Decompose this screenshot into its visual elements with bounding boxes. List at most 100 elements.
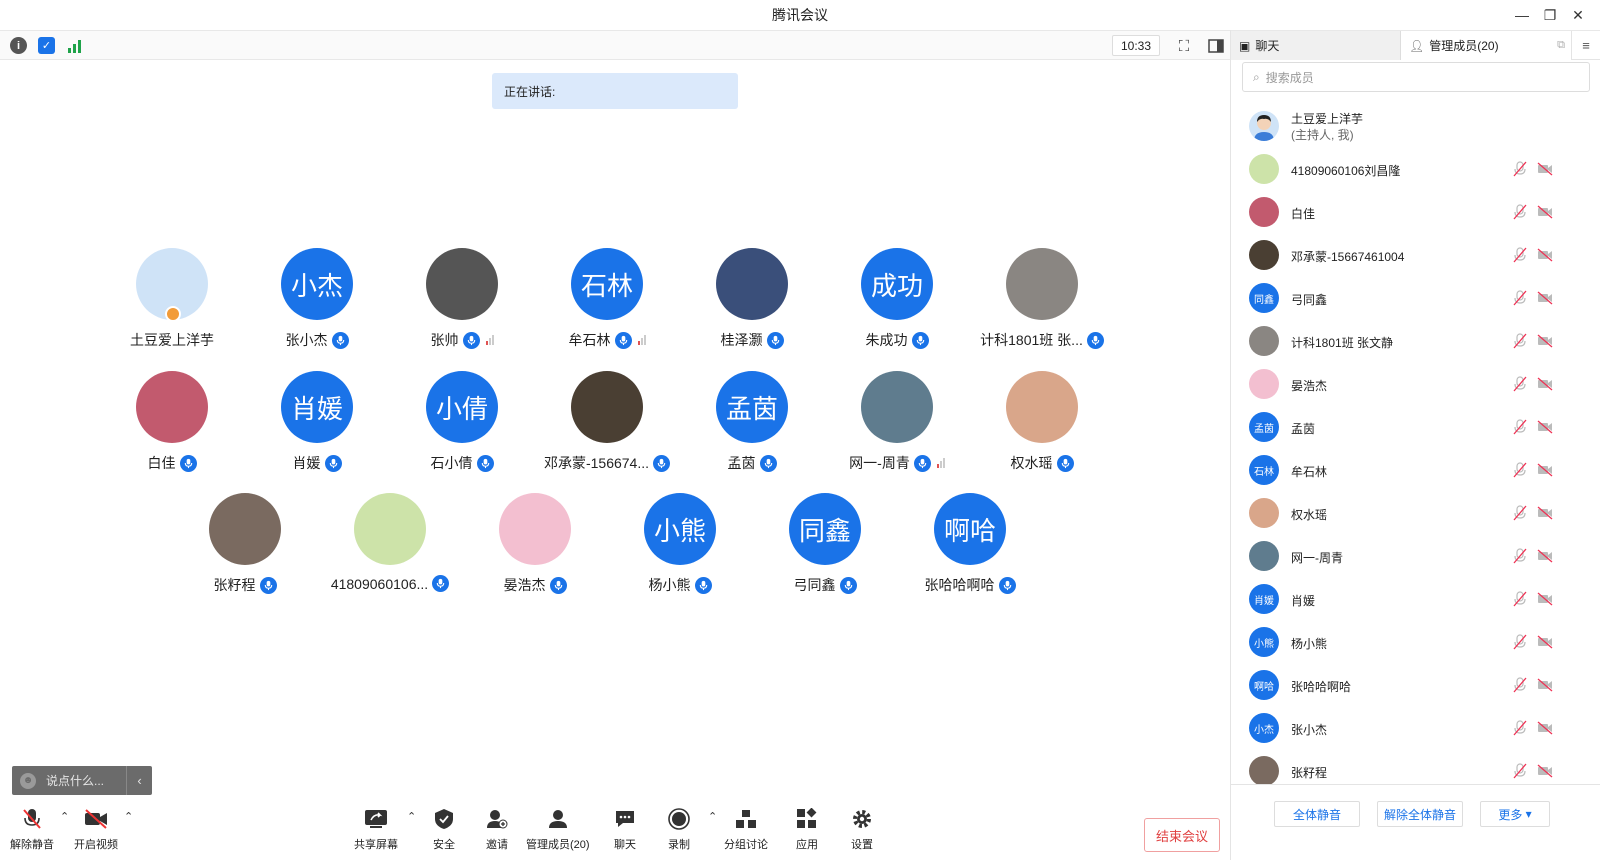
participant-tile[interactable]: 张帅	[387, 248, 537, 358]
participant-tile[interactable]: 石林 牟石林	[532, 248, 682, 358]
mic-muted-icon[interactable]	[1512, 247, 1528, 263]
mic-muted-icon[interactable]	[1512, 505, 1528, 521]
mic-muted-icon[interactable]	[1512, 462, 1528, 478]
minimize-icon[interactable]: —	[1512, 5, 1532, 25]
member-row[interactable]: 孟茵 孟茵	[1231, 407, 1600, 447]
signal-icon[interactable]	[66, 37, 83, 54]
participant-tile[interactable]: 邓承蒙-156674...	[532, 371, 682, 481]
participant-tile[interactable]: 张籽程	[170, 493, 320, 603]
camera-off-icon[interactable]	[1537, 376, 1553, 392]
camera-off-icon[interactable]	[1537, 290, 1553, 306]
member-row[interactable]: 小杰 张小杰	[1231, 708, 1600, 748]
end-meeting-button[interactable]: 结束会议	[1144, 818, 1220, 852]
member-row[interactable]: 晏浩杰	[1231, 364, 1600, 404]
camera-off-icon[interactable]	[1537, 548, 1553, 564]
participant-tile[interactable]: 小杰 张小杰	[242, 248, 392, 358]
share-options-chevron-icon[interactable]: ⌃	[407, 810, 416, 823]
search-input[interactable]: ⌕ 搜索成员	[1242, 62, 1590, 92]
member-row-host[interactable]: 土豆爱上洋芋 (主持人, 我)	[1231, 106, 1600, 146]
participant-tile[interactable]: 小熊 杨小熊	[605, 493, 755, 603]
member-row[interactable]: 张籽程	[1231, 751, 1600, 784]
manage-members-button[interactable]: 管理成员(20)	[526, 806, 590, 852]
info-icon[interactable]: i	[10, 37, 27, 54]
participant-tile[interactable]: 孟茵 孟茵	[677, 371, 827, 481]
participant-tile[interactable]: 土豆爱上洋芋	[97, 248, 247, 358]
fullscreen-icon[interactable]: ⛶	[1174, 36, 1194, 56]
member-row[interactable]: 邓承蒙-15667461004	[1231, 235, 1600, 275]
unmute-button[interactable]: 解除静音	[10, 806, 54, 852]
record-button[interactable]: 录制	[666, 806, 692, 852]
quick-chat-input[interactable]: ☻ 说点什么... ‹	[12, 766, 152, 795]
participant-tile[interactable]: 桂泽灏	[677, 248, 827, 358]
mic-muted-icon[interactable]	[1512, 204, 1528, 220]
member-row[interactable]: 41809060106刘昌隆	[1231, 149, 1600, 189]
unmute-all-button[interactable]: 解除全体静音	[1377, 801, 1463, 827]
mic-muted-icon[interactable]	[1512, 591, 1528, 607]
mic-muted-icon[interactable]	[1512, 677, 1528, 693]
member-row[interactable]: 啊哈 张哈哈啊哈	[1231, 665, 1600, 705]
member-row[interactable]: 小熊 杨小熊	[1231, 622, 1600, 662]
sidebar-toggle-icon[interactable]	[1206, 36, 1226, 56]
camera-off-icon[interactable]	[1537, 161, 1553, 177]
mic-muted-icon[interactable]	[1512, 333, 1528, 349]
participant-tile[interactable]: 晏浩杰	[460, 493, 610, 603]
participant-tile[interactable]: 网一-周青	[822, 371, 972, 481]
member-row[interactable]: 网一-周青	[1231, 536, 1600, 576]
popout-icon[interactable]: ⧉	[1557, 39, 1565, 52]
participant-tile[interactable]: 权水瑶	[967, 371, 1117, 481]
participant-tile[interactable]: 同鑫 弓同鑫	[750, 493, 900, 603]
participant-tile[interactable]: 41809060106...	[315, 493, 465, 603]
more-button[interactable]: 更多 ▾	[1480, 801, 1550, 827]
apps-button[interactable]: 应用	[794, 806, 820, 852]
camera-off-icon[interactable]	[1537, 763, 1553, 779]
camera-off-icon[interactable]	[1537, 419, 1553, 435]
tab-members[interactable]: 👤︎ 管理成员(20) ⧉	[1401, 31, 1571, 60]
participant-tile[interactable]: 啊哈 张哈哈啊哈	[895, 493, 1045, 603]
camera-off-icon[interactable]	[1537, 333, 1553, 349]
camera-off-icon[interactable]	[1537, 591, 1553, 607]
participant-tile[interactable]: 成功 朱成功	[822, 248, 972, 358]
member-row[interactable]: 同鑫 弓同鑫	[1231, 278, 1600, 318]
participant-tile[interactable]: 肖媛 肖媛	[242, 371, 392, 481]
record-options-chevron-icon[interactable]: ⌃	[708, 810, 717, 823]
panel-menu-icon[interactable]: ≡	[1571, 31, 1600, 60]
mic-muted-icon[interactable]	[1512, 763, 1528, 779]
member-row[interactable]: 肖媛 肖媛	[1231, 579, 1600, 619]
member-row[interactable]: 白佳	[1231, 192, 1600, 232]
mic-muted-icon[interactable]	[1512, 161, 1528, 177]
camera-off-icon[interactable]	[1537, 462, 1553, 478]
camera-off-icon[interactable]	[1537, 720, 1553, 736]
video-options-chevron-icon[interactable]: ⌃	[124, 810, 133, 823]
tab-chat[interactable]: ▣ 聊天	[1231, 31, 1401, 60]
emoji-icon[interactable]: ☻	[20, 772, 36, 789]
close-icon[interactable]: ✕	[1568, 5, 1588, 25]
member-row[interactable]: 权水瑶	[1231, 493, 1600, 533]
camera-off-icon[interactable]	[1537, 634, 1553, 650]
member-row[interactable]: 石林 牟石林	[1231, 450, 1600, 490]
mic-muted-icon[interactable]	[1512, 634, 1528, 650]
mute-all-button[interactable]: 全体静音	[1274, 801, 1360, 827]
mic-muted-icon[interactable]	[1512, 720, 1528, 736]
camera-off-icon[interactable]	[1537, 677, 1553, 693]
restore-icon[interactable]: ❐	[1540, 5, 1560, 25]
mic-muted-icon[interactable]	[1512, 419, 1528, 435]
start-video-button[interactable]: 开启视频	[74, 806, 118, 852]
mic-muted-icon[interactable]	[1512, 376, 1528, 392]
invite-button[interactable]: 邀请	[484, 806, 510, 852]
mic-muted-icon[interactable]	[1512, 548, 1528, 564]
camera-off-icon[interactable]	[1537, 505, 1553, 521]
camera-off-icon[interactable]	[1537, 247, 1553, 263]
camera-off-icon[interactable]	[1537, 204, 1553, 220]
settings-button[interactable]: 设置	[849, 806, 875, 852]
participant-tile[interactable]: 计科1801班 张...	[967, 248, 1117, 358]
shield-icon[interactable]: ✓	[38, 37, 55, 54]
breakout-button[interactable]: 分组讨论	[724, 806, 768, 852]
member-row[interactable]: 计科1801班 张文静	[1231, 321, 1600, 361]
participant-tile[interactable]: 小倩 石小倩	[387, 371, 537, 481]
audio-options-chevron-icon[interactable]: ⌃	[60, 810, 69, 823]
share-screen-button[interactable]: 共享屏幕	[354, 806, 398, 852]
participant-tile[interactable]: 白佳	[97, 371, 247, 481]
collapse-icon[interactable]: ‹	[126, 766, 152, 795]
mic-muted-icon[interactable]	[1512, 290, 1528, 306]
chat-button[interactable]: 聊天	[612, 806, 638, 852]
